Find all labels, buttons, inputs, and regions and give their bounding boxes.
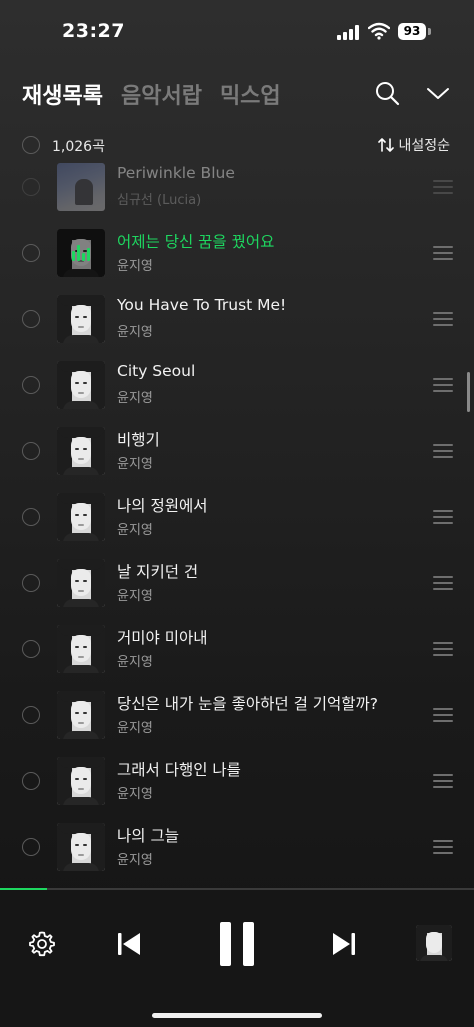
track-artist: 윤지영	[117, 655, 153, 670]
track-row[interactable]: 당신은 내가 눈을 좋아하던 걸 기억할까? 윤지영	[0, 685, 474, 745]
track-select-checkbox[interactable]	[22, 838, 40, 856]
track-title: 어제는 당신 꿈을 꿨어요	[117, 233, 275, 251]
scrollbar[interactable]	[467, 372, 470, 412]
track-select-checkbox[interactable]	[22, 310, 40, 328]
track-artist: 윤지영	[117, 589, 153, 604]
track-artist: 윤지영	[117, 721, 153, 736]
search-icon[interactable]	[374, 80, 400, 106]
track-row[interactable]: 나의 그늘윤지영	[0, 817, 474, 877]
status-time: 23:27	[62, 20, 125, 42]
track-title: 날 지키던 건	[117, 563, 199, 581]
list-header: 1,026곡 내설정순	[0, 132, 474, 160]
track-count: 1,026곡	[52, 139, 105, 155]
skip-next-icon[interactable]	[330, 930, 358, 958]
track-title: City Seoul	[117, 362, 196, 380]
track-select-checkbox[interactable]	[22, 706, 40, 724]
cellular-signal-icon	[337, 24, 361, 40]
track-artist: 윤지영	[117, 259, 153, 274]
album-art	[57, 625, 105, 673]
album-art	[57, 361, 105, 409]
tab-music-drawer[interactable]: 음악서랍	[121, 78, 202, 110]
track-select-checkbox[interactable]	[22, 244, 40, 262]
track-title: You Have To Trust Me!	[117, 296, 287, 314]
drag-handle-icon[interactable]	[433, 708, 453, 722]
status-bar: 23:27 93	[0, 0, 474, 60]
battery-cap	[428, 28, 431, 35]
track-row[interactable]: 날 지키던 건윤지영	[0, 553, 474, 613]
album-art	[57, 295, 105, 343]
album-art	[57, 757, 105, 805]
top-tabs: 재생목록 음악서랍 믹스업	[22, 78, 281, 110]
tab-playlist[interactable]: 재생목록	[22, 78, 103, 110]
album-art	[57, 691, 105, 739]
track-select-checkbox[interactable]	[22, 376, 40, 394]
sort-arrows-icon	[378, 138, 394, 152]
drag-handle-icon[interactable]	[433, 576, 453, 590]
track-title: 나의 그늘	[117, 827, 179, 845]
track-row[interactable]: 거미야 미아내윤지영	[0, 619, 474, 679]
track-select-checkbox[interactable]	[22, 508, 40, 526]
track-artist: 윤지영	[117, 523, 153, 538]
track-row[interactable]: 비행기윤지영	[0, 421, 474, 481]
album-art	[57, 823, 105, 871]
gear-icon[interactable]	[28, 930, 56, 958]
track-select-checkbox[interactable]	[22, 640, 40, 658]
home-indicator[interactable]	[152, 1013, 322, 1018]
track-artist: 윤지영	[117, 853, 153, 868]
album-art	[57, 163, 105, 211]
sort-label: 내설정순	[398, 138, 450, 154]
drag-handle-icon[interactable]	[433, 246, 453, 260]
track-artist: 윤지영	[117, 391, 153, 406]
album-art	[57, 493, 105, 541]
drag-handle-icon[interactable]	[433, 642, 453, 656]
drag-handle-icon[interactable]	[433, 312, 453, 326]
track-row[interactable]: You Have To Trust Me! 윤지영	[0, 289, 474, 349]
now-playing-album-art[interactable]	[416, 925, 452, 961]
track-row[interactable]: 나의 정원에서윤지영	[0, 487, 474, 547]
skip-previous-icon[interactable]	[115, 930, 143, 958]
chevron-down-icon[interactable]	[425, 82, 451, 104]
drag-handle-icon[interactable]	[433, 774, 453, 788]
track-row[interactable]: 그래서 다행인 나를윤지영	[0, 751, 474, 811]
track-artist: 윤지영	[117, 457, 153, 472]
equalizer-icon	[71, 243, 91, 263]
drag-handle-icon[interactable]	[433, 378, 453, 392]
track-title: Periwinkle Blue	[117, 164, 235, 182]
track-artist: 윤지영	[117, 325, 153, 340]
drag-handle-icon[interactable]	[433, 444, 453, 458]
track-row[interactable]: City Seoul 윤지영	[0, 355, 474, 415]
pause-icon	[220, 922, 231, 966]
track-artist: 심규선 (Lucia)	[117, 193, 202, 208]
select-all-checkbox[interactable]	[22, 136, 40, 154]
track-title: 비행기	[117, 431, 160, 449]
drag-handle-icon[interactable]	[433, 840, 453, 854]
track-row[interactable]: 어제는 당신 꿈을 꿨어요윤지영	[0, 223, 474, 283]
album-art	[57, 229, 105, 277]
tab-mixup[interactable]: 믹스업	[220, 78, 281, 110]
album-art	[57, 427, 105, 475]
battery-indicator: 93	[398, 23, 426, 40]
sort-button[interactable]: 내설정순	[378, 135, 450, 155]
album-art	[57, 559, 105, 607]
track-select-checkbox[interactable]	[22, 574, 40, 592]
drag-handle-icon[interactable]	[433, 510, 453, 524]
track-select-checkbox[interactable]	[22, 772, 40, 790]
track-title: 거미야 미아내	[117, 629, 208, 647]
track-row[interactable]: Periwinkle Blue 심규선 (Lucia)	[0, 157, 474, 217]
track-select-checkbox[interactable]	[22, 442, 40, 460]
track-title: 그래서 다행인 나를	[117, 761, 241, 779]
drag-handle-icon[interactable]	[433, 180, 453, 194]
track-title: 나의 정원에서	[117, 497, 208, 515]
track-artist: 윤지영	[117, 787, 153, 802]
track-title: 당신은 내가 눈을 좋아하던 걸 기억할까?	[117, 695, 379, 713]
player-bar	[0, 890, 474, 1027]
pause-button[interactable]	[218, 922, 256, 966]
track-select-checkbox[interactable]	[22, 178, 40, 196]
wifi-icon	[368, 22, 390, 40]
